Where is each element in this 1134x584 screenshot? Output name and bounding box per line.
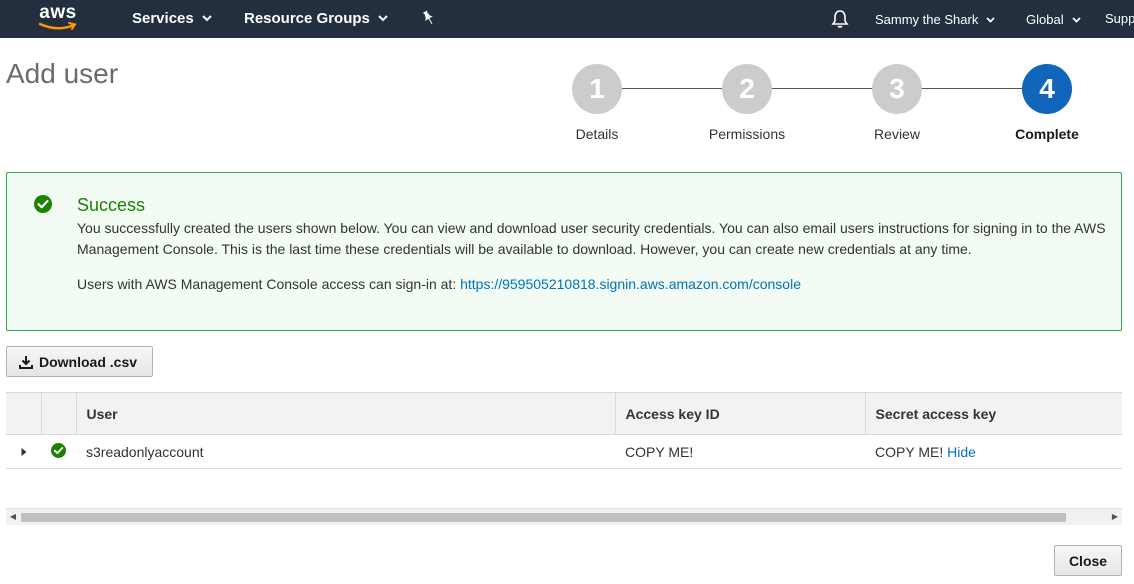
signin-info: Users with AWS Management Console access… — [77, 276, 801, 292]
download-csv-label: Download .csv — [39, 353, 138, 370]
step-permissions[interactable]: 2 Permissions — [692, 64, 802, 142]
expand-column-header — [6, 392, 41, 435]
support-menu[interactable]: Support — [1105, 0, 1134, 38]
scroll-left-arrow-icon[interactable]: ◀ — [6, 509, 20, 525]
step-label: Permissions — [708, 126, 786, 142]
services-menu[interactable]: Services — [132, 0, 212, 38]
top-navigation-bar: aws Services Resource Groups Sammy the S… — [0, 0, 1134, 38]
step-review[interactable]: 3 Review — [842, 64, 952, 142]
step-number: 2 — [722, 64, 772, 114]
support-label: Support — [1105, 11, 1134, 26]
step-number: 1 — [572, 64, 622, 114]
success-message: You successfully created the users shown… — [77, 220, 1106, 257]
pin-icon[interactable] — [420, 10, 436, 31]
download-csv-button[interactable]: Download .csv — [6, 346, 153, 377]
step-label: Review — [874, 126, 920, 142]
chevron-down-icon — [1071, 0, 1081, 37]
secret-access-key-value: COPY ME! — [875, 443, 944, 460]
steps-connector-line — [622, 88, 1022, 89]
secret-access-key-column-header[interactable]: Secret access key — [864, 392, 1122, 435]
check-circle-icon — [51, 442, 66, 458]
success-alert: Success You successfully created the use… — [6, 172, 1122, 331]
user-column-header[interactable]: User — [75, 392, 615, 435]
region-menu[interactable]: Global — [1026, 0, 1081, 38]
services-label: Services — [132, 10, 194, 27]
horizontal-scrollbar[interactable]: ◀ ▶ — [6, 508, 1122, 525]
step-details[interactable]: 1 Details — [542, 64, 652, 142]
region-label: Global — [1026, 12, 1064, 27]
check-circle-icon — [34, 195, 52, 218]
access-key-id-cell: COPY ME! — [615, 434, 865, 469]
page-title: Add user — [6, 58, 119, 89]
users-table: User Access key ID Secret access key s3r… — [6, 392, 1122, 469]
user-name-label: Sammy the Shark — [875, 12, 979, 27]
step-label: Complete — [1015, 126, 1079, 142]
secret-access-key-cell: COPY ME! Hide — [865, 434, 1122, 469]
aws-logo[interactable]: aws — [36, 2, 80, 34]
step-label: Details — [575, 126, 619, 142]
access-key-id-column-header[interactable]: Access key ID — [614, 392, 865, 435]
success-title: Success — [77, 195, 146, 215]
signin-prefix: Users with AWS Management Console access… — [77, 276, 461, 292]
step-number: 4 — [1022, 64, 1072, 114]
aws-logo-text: aws — [39, 2, 77, 23]
caret-right-icon — [21, 447, 26, 456]
aws-smile-icon — [38, 22, 77, 30]
close-button[interactable]: Close — [1054, 545, 1122, 576]
hide-secret-link[interactable]: Hide — [947, 444, 976, 460]
chevron-down-icon — [378, 0, 388, 36]
row-status — [41, 434, 76, 469]
chevron-down-icon — [202, 0, 212, 36]
scroll-right-arrow-icon[interactable]: ▶ — [1108, 509, 1122, 525]
table-row: s3readonlyaccount COPY ME! COPY ME! Hide — [6, 434, 1122, 469]
user-cell: s3readonlyaccount — [76, 434, 615, 469]
expand-row-toggle[interactable] — [6, 434, 41, 469]
step-number: 3 — [872, 64, 922, 114]
bell-icon[interactable] — [830, 9, 850, 34]
chevron-down-icon — [986, 0, 995, 37]
status-column-header — [40, 392, 76, 435]
step-complete: 4 Complete — [992, 64, 1102, 142]
scrollbar-thumb[interactable] — [21, 513, 1066, 522]
download-icon — [19, 355, 33, 369]
resource-groups-label: Resource Groups — [244, 10, 370, 27]
user-menu[interactable]: Sammy the Shark — [875, 0, 995, 38]
resource-groups-menu[interactable]: Resource Groups — [244, 0, 388, 38]
signin-url-link[interactable]: https://959505210818.signin.aws.amazon.c… — [460, 276, 801, 292]
table-header-row: User Access key ID Secret access key — [6, 392, 1122, 435]
